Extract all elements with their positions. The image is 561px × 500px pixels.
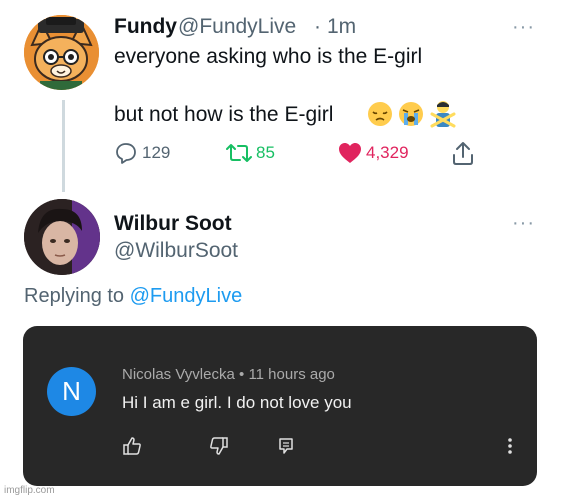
- tweet2-author-handle[interactable]: @WilburSoot: [114, 239, 238, 263]
- wilbur-avatar[interactable]: [24, 199, 100, 275]
- heart-filled-icon: [339, 143, 361, 163]
- retweet-icon: [226, 144, 252, 162]
- youtube-comment-card: N Nicolas Vyvlecka • 11 hours ago Hi I a…: [23, 326, 537, 486]
- yt-comment-time: 11 hours ago: [248, 366, 335, 383]
- cartoon-fox-avatar-icon: [24, 15, 99, 90]
- kebab-menu-icon[interactable]: [506, 436, 514, 456]
- tweet1-timestamp[interactable]: 1m: [327, 15, 356, 39]
- yt-commenter-avatar[interactable]: N: [47, 367, 96, 416]
- person-gesturing-no-emoji-icon: [430, 101, 456, 128]
- thumbs-down-icon[interactable]: [209, 436, 229, 456]
- share-icon[interactable]: [451, 140, 475, 166]
- pensive-face-emoji-icon: [368, 102, 392, 126]
- tweet1-more-options-icon[interactable]: ···: [512, 17, 535, 37]
- yt-comment-text: Hi I am e girl. I do not love you: [122, 393, 352, 412]
- thread-connector-line: [62, 100, 65, 192]
- like-count: 4,329: [366, 143, 409, 162]
- reply-button[interactable]: 129: [114, 140, 170, 166]
- tweet1-author-name[interactable]: Fundy: [114, 15, 177, 39]
- yt-comment-header: Nicolas Vyvlecka • 11 hours ago: [122, 366, 335, 383]
- reply-comment-icon[interactable]: [276, 436, 296, 456]
- tweet1-text-line-2: but not how is the E-girl: [114, 103, 334, 126]
- like-button[interactable]: 4,329: [338, 140, 409, 166]
- fundy-avatar[interactable]: [24, 15, 99, 90]
- tweet2-more-options-icon[interactable]: ···: [512, 213, 535, 233]
- retweet-button[interactable]: 85: [226, 140, 275, 166]
- reply-bubble-icon: [116, 143, 136, 164]
- yt-comment-separator: •: [239, 366, 245, 383]
- replying-to-prefix: Replying to: [24, 285, 130, 307]
- imgflip-watermark: imgflip.com: [4, 485, 55, 496]
- loudly-crying-face-emoji-icon: [399, 102, 423, 126]
- portrait-avatar-icon: [24, 199, 100, 275]
- replying-to-mention-link[interactable]: @FundyLive: [130, 285, 243, 307]
- tweet1-author-handle[interactable]: @FundyLive: [178, 15, 296, 39]
- tweet1-text-line-1: everyone asking who is the E-girl: [114, 45, 423, 68]
- reply-count: 129: [142, 143, 171, 162]
- replying-to-line: Replying to @FundyLive: [24, 285, 242, 308]
- tweet1-dot-separator: ·: [314, 15, 321, 38]
- yt-comment-author[interactable]: Nicolas Vyvlecka: [122, 366, 235, 383]
- retweet-count: 85: [256, 143, 275, 162]
- tweet2-author-name[interactable]: Wilbur Soot: [114, 212, 232, 236]
- thumbs-up-icon[interactable]: [122, 436, 142, 456]
